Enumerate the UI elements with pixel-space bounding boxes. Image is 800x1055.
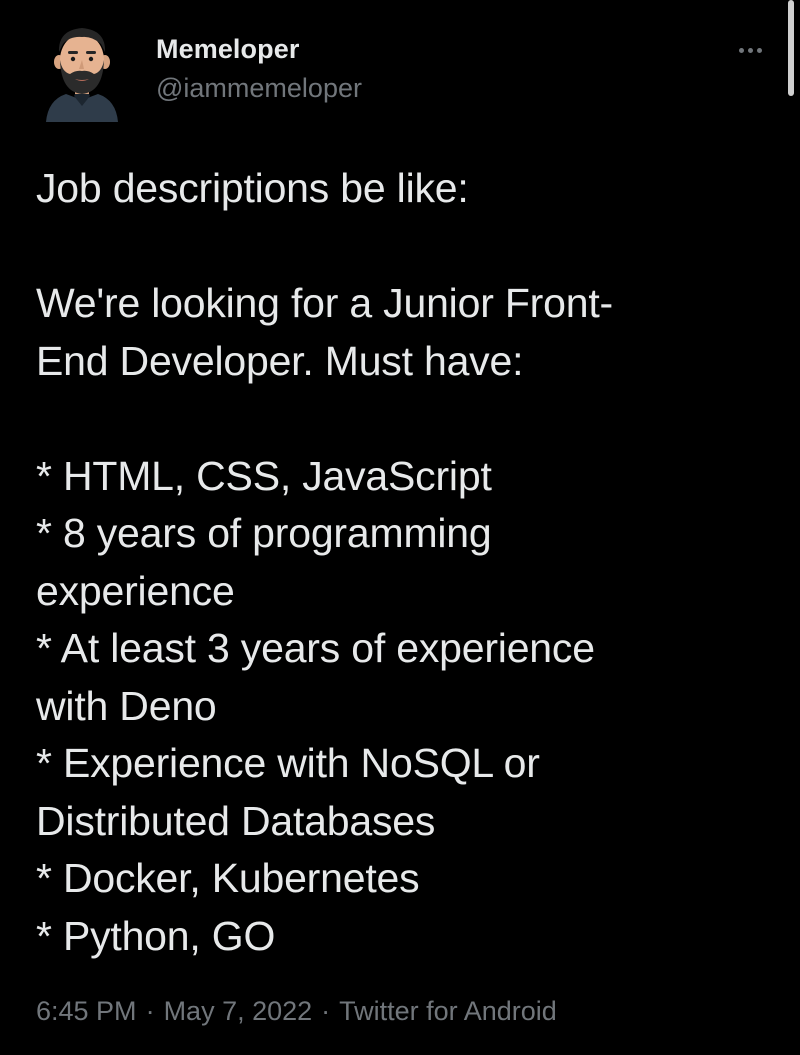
more-dot (756, 47, 762, 53)
scrollbar[interactable] (788, 0, 794, 96)
tweet-source[interactable]: Twitter for Android (339, 996, 557, 1026)
tweet-metadata: 6:45 PM · May 7, 2022 · Twitter for Android (36, 993, 557, 1029)
handle[interactable]: @iammemeloper (156, 71, 362, 105)
display-name[interactable]: Memeloper (156, 32, 362, 66)
more-dot (738, 47, 744, 53)
tweet: Memeloper @iammemeloper Job descriptions… (0, 0, 800, 1055)
meta-separator: · (321, 996, 331, 1026)
tweet-date[interactable]: May 7, 2022 (164, 996, 313, 1026)
avatar[interactable] (44, 22, 120, 122)
more-dot (747, 47, 753, 53)
author-info: Memeloper @iammemeloper (156, 32, 362, 105)
tweet-text: Job descriptions be like: We're looking … (36, 165, 613, 959)
bearded-man-avatar-icon (46, 28, 118, 122)
more-horizontal-icon[interactable] (730, 30, 770, 70)
meta-separator: · (145, 996, 155, 1026)
tweet-time[interactable]: 6:45 PM (36, 996, 137, 1026)
